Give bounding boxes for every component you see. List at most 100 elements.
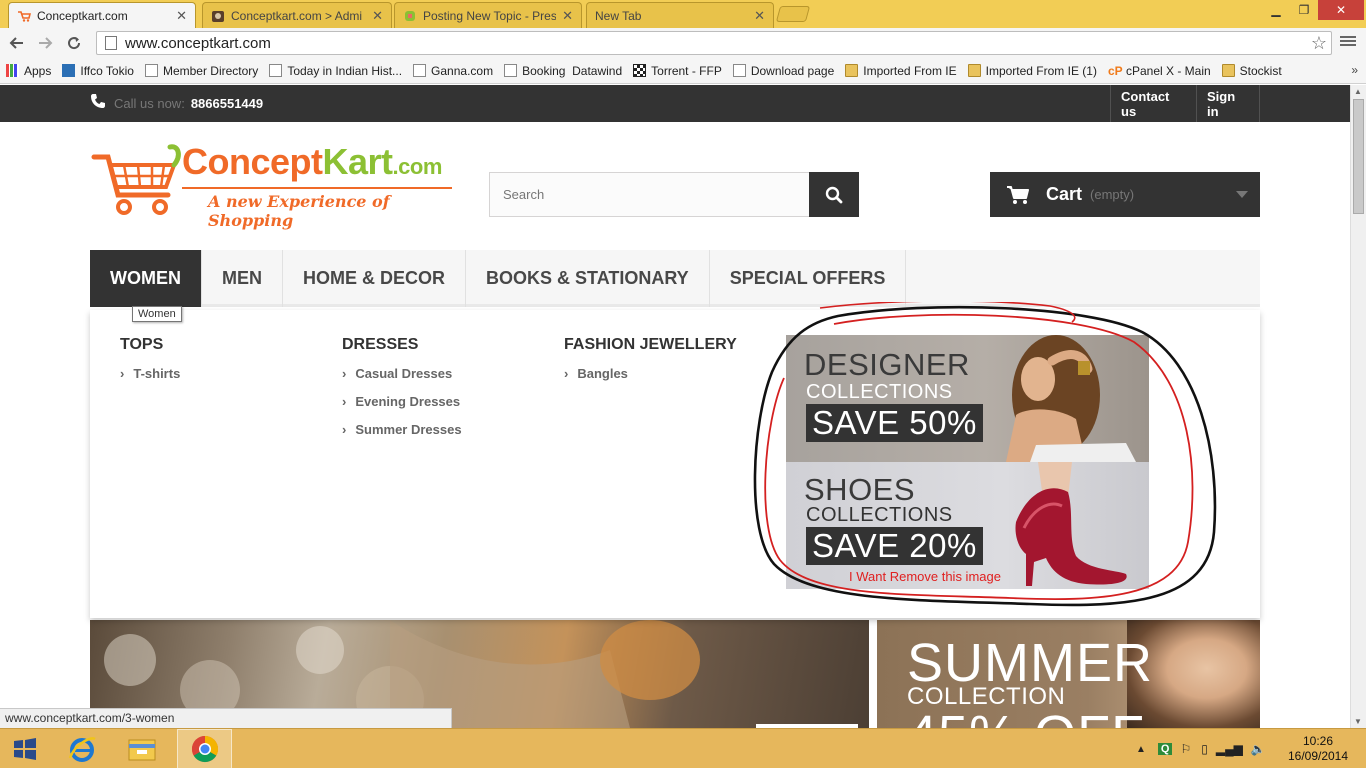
forward-arrow-icon[interactable] [34,32,56,54]
bookmark-item[interactable]: Torrent - FFP [633,64,722,78]
action-center-flag-icon[interactable]: ⚐ [1180,742,1191,756]
close-window-icon[interactable]: ✕ [1318,0,1364,20]
logo-wordmark: ConceptKart.com [182,141,442,182]
address-bar[interactable]: www.conceptkart.com ☆ [96,31,1332,55]
column-heading[interactable]: Fashion Jewellery [564,336,737,354]
bookmark-item[interactable]: Today in Indian Hist... [269,64,402,78]
menu-item-home-decor[interactable]: Home & Decor [283,250,467,307]
internet-explorer-icon[interactable] [60,729,104,768]
battery-icon[interactable]: ▯ [1201,742,1208,756]
scrollbar-thumb[interactable] [1353,99,1364,214]
menu-tooltip: Women [132,306,182,322]
address-url: www.conceptkart.com [125,34,271,52]
site-logo[interactable]: ConceptKart.com A new Experience of Shop… [90,137,460,230]
category-link[interactable]: › T-shirts [120,366,180,394]
site-icon [62,64,76,77]
scroll-up-icon[interactable]: ▲ [1354,87,1362,96]
bookmark-item[interactable]: Stockist [1221,64,1282,78]
chevron-right-icon: › [564,366,569,381]
prestashop-favicon-icon [211,9,225,23]
main-menu: Women Men Home & Decor Books & Stationar… [90,250,1260,307]
reload-icon[interactable] [63,32,85,54]
windows-start-icon[interactable] [10,729,40,768]
chrome-taskbar-button[interactable] [177,729,232,768]
category-link[interactable]: › Bangles [564,366,737,394]
bookmark-item[interactable]: Imported From IE [845,64,957,78]
banner-subtitle: COLLECTIONS [806,504,953,526]
checker-icon [633,64,647,77]
category-link[interactable]: › Summer Dresses [342,422,462,450]
search-input[interactable] [490,173,810,216]
call-label: Call us now: [114,96,185,111]
logo-underline [182,187,452,189]
browser-tab-newtab[interactable]: New Tab ✕ [586,2,774,28]
folder-icon [845,64,859,77]
search-button[interactable] [809,172,859,217]
browser-tab-conceptkart[interactable]: Conceptkart.com ✕ [8,2,196,28]
taskbar-clock[interactable]: 10:26 16/09/2014 [1286,734,1350,764]
menu-item-women[interactable]: Women [90,250,202,307]
banner-offer: SAVE 20% [806,527,983,565]
summer-collection-banner[interactable]: SUMMER COLLECTION 45% OFF [877,620,1260,728]
bookmark-item[interactable]: cP cPanel X - Main [1108,64,1211,79]
menu-item-books-stationary[interactable]: Books & Stationary [466,250,710,307]
sign-in-link[interactable]: Sign in [1196,85,1260,122]
file-explorer-icon[interactable] [120,729,164,768]
cart-block[interactable]: Cart (empty) [990,172,1260,217]
search-icon [825,186,843,203]
signal-icon[interactable]: ▂▄▆ [1216,742,1243,756]
column-heading[interactable]: Tops [120,336,180,354]
chrome-menu-icon[interactable] [1340,34,1356,50]
bookmark-item[interactable]: Iffco Tokio [62,64,134,78]
chevron-down-icon [1236,191,1248,198]
browser-tab-posting[interactable]: Posting New Topic - Prest ✕ [394,2,582,28]
browser-tab-admin[interactable]: Conceptkart.com > Admi ✕ [202,2,392,28]
quickheal-icon[interactable]: Q [1157,743,1173,755]
chevron-right-icon: › [342,422,347,437]
new-tab-button[interactable] [775,6,811,22]
bookmark-item[interactable]: Download page [732,64,834,78]
bookmark-item[interactable]: Ganna.com [413,64,493,78]
logo-tagline: A new Experience of Shopping [208,192,390,230]
tab-title: Conceptkart.com [37,8,128,23]
bookmark-item[interactable]: Apps [6,64,51,78]
back-arrow-icon[interactable] [6,32,28,54]
menu-item-men[interactable]: Men [202,250,283,307]
close-tab-icon[interactable]: ✕ [754,8,765,24]
bookmark-star-icon[interactable]: ☆ [1311,33,1327,54]
category-link[interactable]: › Casual Dresses [342,366,462,394]
page-scrollbar[interactable]: ▲ ▼ [1350,85,1366,728]
shoes-collection-banner[interactable]: SHOES COLLECTIONS SAVE 20% I Want Remove… [786,462,1149,589]
apps-icon [6,64,19,77]
maximize-window-icon[interactable]: ❐ [1290,0,1318,20]
tray-expand-icon[interactable]: ▲ [1136,744,1146,755]
close-tab-icon[interactable]: ✕ [372,8,383,24]
chevron-right-icon: › [342,366,347,381]
clock-date: 16/09/2014 [1287,749,1349,763]
close-tab-icon[interactable]: ✕ [562,8,573,24]
banner-title: SHOES [804,472,916,507]
page-icon [504,64,518,77]
bookmark-item[interactable]: Member Directory [144,64,258,78]
designer-collection-banner[interactable]: DESIGNER COLLECTIONS SAVE 50% [786,335,1149,462]
page-icon [105,36,117,50]
contact-us-link[interactable]: Contact us [1110,85,1197,122]
menu-item-special-offers[interactable]: Special Offers [710,250,907,307]
bookmarks-overflow-button[interactable]: » [1351,63,1358,77]
link-status-bar: www.conceptkart.com/3-women [0,708,452,728]
close-tab-icon[interactable]: ✕ [176,8,187,24]
bookmark-item[interactable]: Imported From IE (1) [967,64,1097,78]
windows-taskbar: ▲ Q ⚐ ▯ ▂▄▆ 🔈 10:26 16/09/2014 [0,728,1366,768]
column-heading[interactable]: Dresses [342,336,462,354]
phone-number: 8866551449 [190,96,264,111]
scroll-down-icon[interactable]: ▼ [1354,717,1362,726]
tab-title: New Tab [595,8,642,23]
red-heel-photo [1015,462,1127,586]
minimize-window-icon[interactable]: ▁ [1262,0,1290,20]
phone-icon [90,93,106,114]
category-link[interactable]: › Evening Dresses [342,394,462,422]
site-top-bar: Call us now: 8866551449 Contact us Sign … [0,85,1350,122]
page-icon [732,64,746,77]
bookmark-item[interactable]: Booking Datawind [504,64,622,78]
volume-icon[interactable]: 🔈 [1251,742,1266,756]
